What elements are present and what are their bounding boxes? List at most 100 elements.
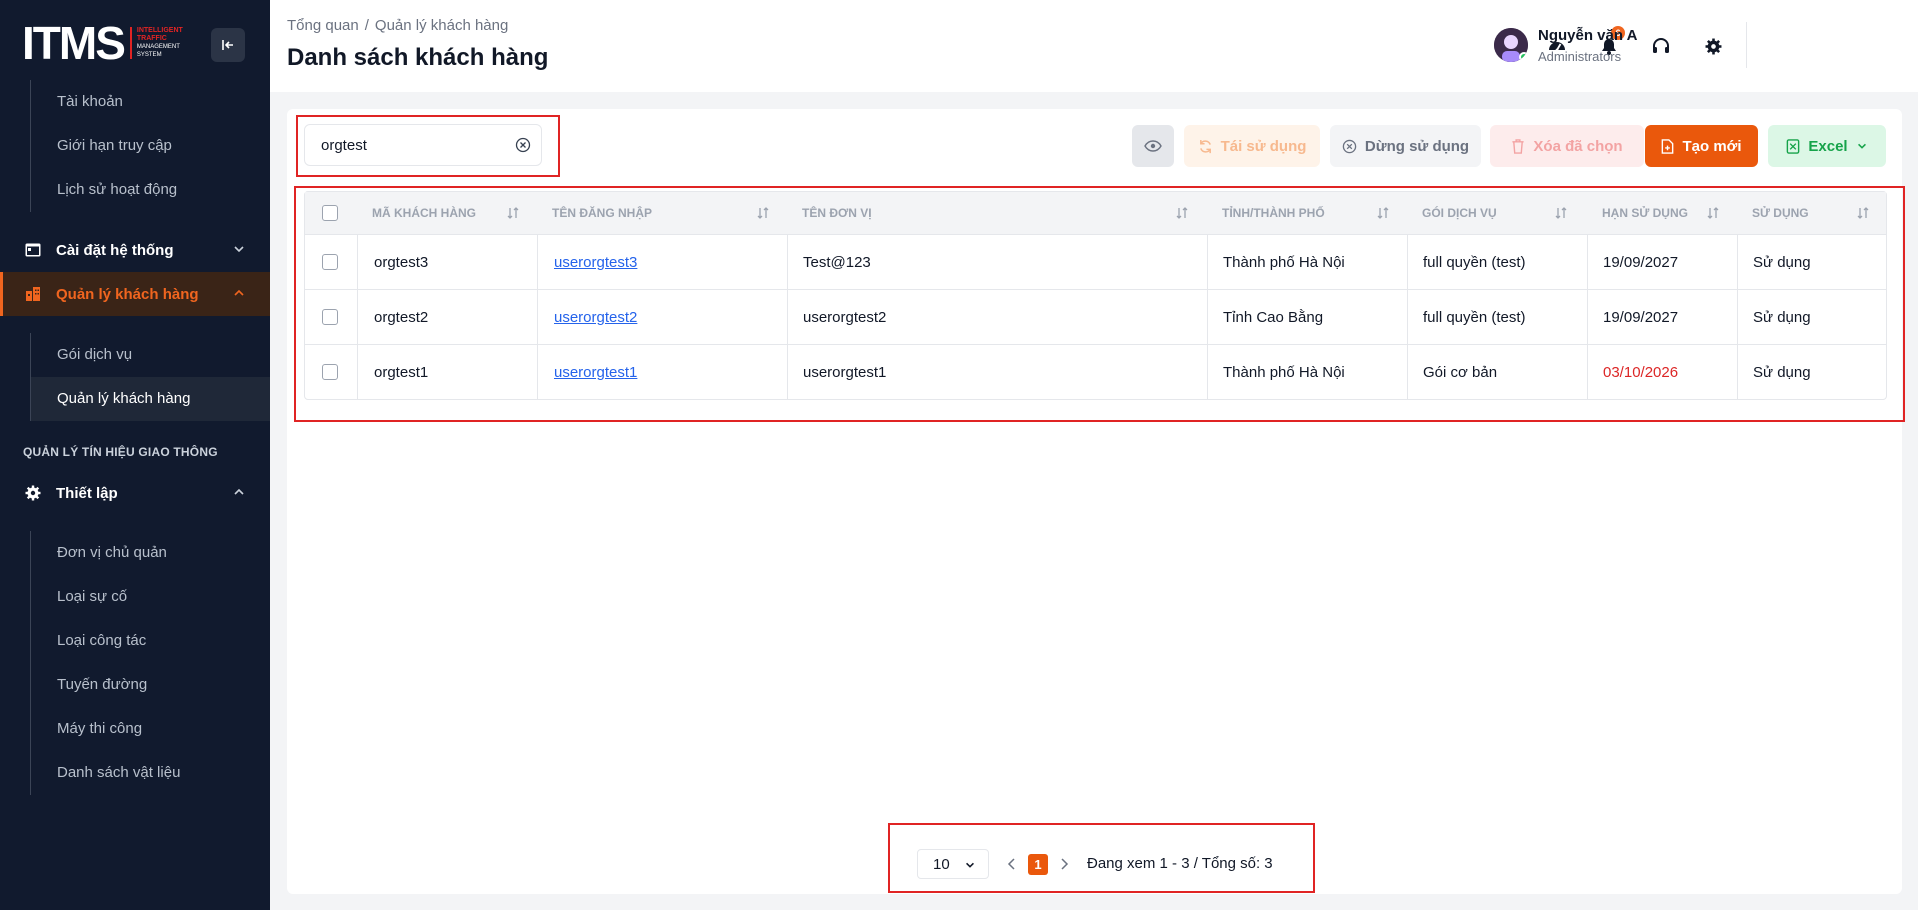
sidebar-item-access-limit[interactable]: Giới hạn truy cập: [31, 124, 177, 168]
sort-icon[interactable]: [756, 206, 770, 220]
table-row[interactable]: orgtest3 userorgtest3 Test@123 Thành phố…: [305, 234, 1886, 290]
sidebar-group-label: Thiết lập: [56, 484, 118, 502]
row-checkbox[interactable]: [322, 254, 338, 270]
cell-code: orgtest1: [374, 364, 429, 381]
table-header: MÃ KHÁCH HÀNG TÊN ĐĂNG NHẬP TÊN ĐƠN VỊ T…: [305, 192, 1886, 234]
user-name[interactable]: Nguyễn văn A: [1538, 27, 1637, 44]
cell-unit: userorgtest2: [803, 309, 887, 326]
cell-province: Tỉnh Cao Bằng: [1223, 309, 1324, 326]
pagination-info: Đang xem 1 - 3 / Tổng số: 3: [1087, 855, 1273, 872]
create-new-button[interactable]: Tạo mới: [1645, 125, 1758, 167]
cell-divider: [1587, 235, 1588, 290]
sort-icon[interactable]: [1856, 206, 1870, 220]
sidebar-item-managing-unit[interactable]: Đơn vị chủ quản: [31, 531, 180, 575]
delete-selected-button[interactable]: Xóa đã chọn: [1490, 125, 1644, 167]
stop-using-label: Dừng sử dụng: [1364, 137, 1470, 155]
cell-divider: [357, 290, 358, 345]
logo-main-text: ITMS: [22, 17, 126, 69]
clear-search-icon[interactable]: [515, 137, 531, 153]
cell-province: Thành phố Hà Nội: [1223, 364, 1345, 381]
cell-divider: [1737, 290, 1738, 345]
column-header-status[interactable]: SỬ DỤNG: [1752, 192, 1809, 234]
setup-submenu: Đơn vị chủ quản Loại sự cố Loại công tác…: [30, 531, 180, 795]
prev-page-icon[interactable]: [1006, 856, 1018, 872]
sidebar-item-service-plans[interactable]: Gói dịch vụ: [31, 333, 270, 377]
sort-icon[interactable]: [1706, 206, 1720, 220]
cell-divider: [1407, 290, 1408, 345]
table-row[interactable]: orgtest1 userorgtest1 userorgtest1 Thành…: [305, 344, 1886, 400]
gear-icon: [24, 484, 42, 502]
refresh-icon: [1199, 139, 1211, 153]
table-row[interactable]: orgtest2 userorgtest2 userorgtest2 Tỉnh …: [305, 289, 1886, 345]
user-role: Administrators: [1538, 49, 1622, 64]
sidebar-item-materials[interactable]: Danh sách vật liệu: [31, 751, 180, 795]
cell-divider: [1207, 235, 1208, 290]
sort-icon[interactable]: [1175, 206, 1189, 220]
header-divider: [1746, 22, 1747, 68]
logo-mark: ITMS: [22, 17, 126, 69]
page-size-value: 10: [933, 855, 950, 873]
cell-username-link[interactable]: userorgtest3: [554, 235, 637, 290]
eye-icon: [1144, 140, 1162, 152]
search-input[interactable]: orgtest: [304, 124, 542, 166]
cell-unit: Test@123: [803, 254, 871, 271]
user-avatar[interactable]: [1494, 28, 1528, 62]
excel-icon: [1787, 138, 1800, 154]
sidebar-group-setup[interactable]: Thiết lập: [0, 471, 270, 515]
cell-expiry: 19/09/2027: [1603, 254, 1679, 271]
collapse-left-icon: [222, 40, 233, 50]
current-page-button[interactable]: 1: [1028, 854, 1048, 875]
cell-plan: full quyền (test): [1423, 309, 1526, 326]
sidebar-item-routes[interactable]: Tuyến đường: [31, 663, 180, 707]
cell-username-link[interactable]: userorgtest1: [554, 345, 637, 400]
logo-line-2: TRAFFIC: [136, 35, 167, 42]
breadcrumb: Tổng quan / Quản lý khách hàng: [287, 17, 508, 34]
chevron-up-icon: [234, 488, 244, 495]
cell-divider: [787, 345, 788, 400]
sidebar-item-work-type[interactable]: Loại công tác: [31, 619, 180, 663]
next-page-icon[interactable]: [1058, 856, 1070, 872]
sidebar-group-customer-management[interactable]: Quản lý khách hàng: [0, 272, 270, 316]
reuse-button[interactable]: Tái sử dụng: [1184, 125, 1320, 167]
column-header-province[interactable]: TỈNH/THÀNH PHỐ: [1222, 192, 1325, 234]
column-header-username[interactable]: TÊN ĐĂNG NHẬP: [552, 192, 652, 234]
stop-using-button[interactable]: Dừng sử dụng: [1330, 125, 1481, 167]
column-header-code[interactable]: MÃ KHÁCH HÀNG: [372, 192, 476, 234]
column-header-expiry[interactable]: HẠN SỬ DỤNG: [1602, 192, 1688, 234]
sidebar-item-customer-management[interactable]: Quản lý khách hàng: [30, 377, 270, 421]
settings-button[interactable]: [1697, 30, 1729, 62]
sidebar-item-account[interactable]: Tài khoản: [31, 80, 177, 124]
customer-submenu: Gói dịch vụ Quản lý khách hàng: [30, 333, 270, 421]
column-header-plan[interactable]: GÓI DỊCH VỤ: [1422, 192, 1497, 234]
sidebar-item-construction-machines[interactable]: Máy thi công: [31, 707, 180, 751]
reuse-label: Tái sử dụng: [1220, 137, 1307, 155]
support-button[interactable]: [1645, 30, 1677, 62]
collapse-sidebar-button[interactable]: [211, 28, 245, 62]
cell-divider: [1207, 345, 1208, 400]
delete-selected-label: Xóa đã chọn: [1533, 137, 1623, 155]
row-checkbox[interactable]: [322, 364, 338, 380]
excel-label: Excel: [1808, 137, 1848, 155]
sidebar-section-traffic-signal: QUẢN LÝ TÍN HIỆU GIAO THÔNG: [23, 445, 218, 459]
page-title: Danh sách khách hàng: [287, 44, 549, 71]
app-logo[interactable]: ITMS INTELLIGENT TRAFFIC MANAGEMENT SYST…: [22, 20, 192, 66]
breadcrumb-separator: /: [364, 17, 369, 34]
sidebar-group-system-settings[interactable]: Cài đặt hệ thống: [0, 228, 270, 272]
sidebar-item-activity-history[interactable]: Lịch sử hoạt động: [31, 168, 177, 212]
toggle-columns-button[interactable]: [1132, 125, 1174, 167]
chevron-down-icon: [966, 862, 974, 868]
sort-icon[interactable]: [1554, 206, 1568, 220]
chevron-down-icon: [234, 246, 244, 253]
excel-export-button[interactable]: Excel: [1768, 125, 1886, 167]
sort-icon[interactable]: [506, 206, 520, 220]
sort-icon[interactable]: [1376, 206, 1390, 220]
row-checkbox[interactable]: [322, 309, 338, 325]
column-header-unit[interactable]: TÊN ĐƠN VỊ: [802, 192, 872, 234]
breadcrumb-home[interactable]: Tổng quan: [287, 17, 359, 34]
select-all-checkbox[interactable]: [322, 205, 338, 221]
sidebar-item-incident-type[interactable]: Loại sự cố: [31, 575, 180, 619]
cell-divider: [1737, 345, 1738, 400]
page-size-select[interactable]: 10: [917, 849, 989, 879]
cell-username-link[interactable]: userorgtest2: [554, 290, 637, 345]
account-submenu: Tài khoản Giới hạn truy cập Lịch sử hoạt…: [30, 80, 177, 212]
